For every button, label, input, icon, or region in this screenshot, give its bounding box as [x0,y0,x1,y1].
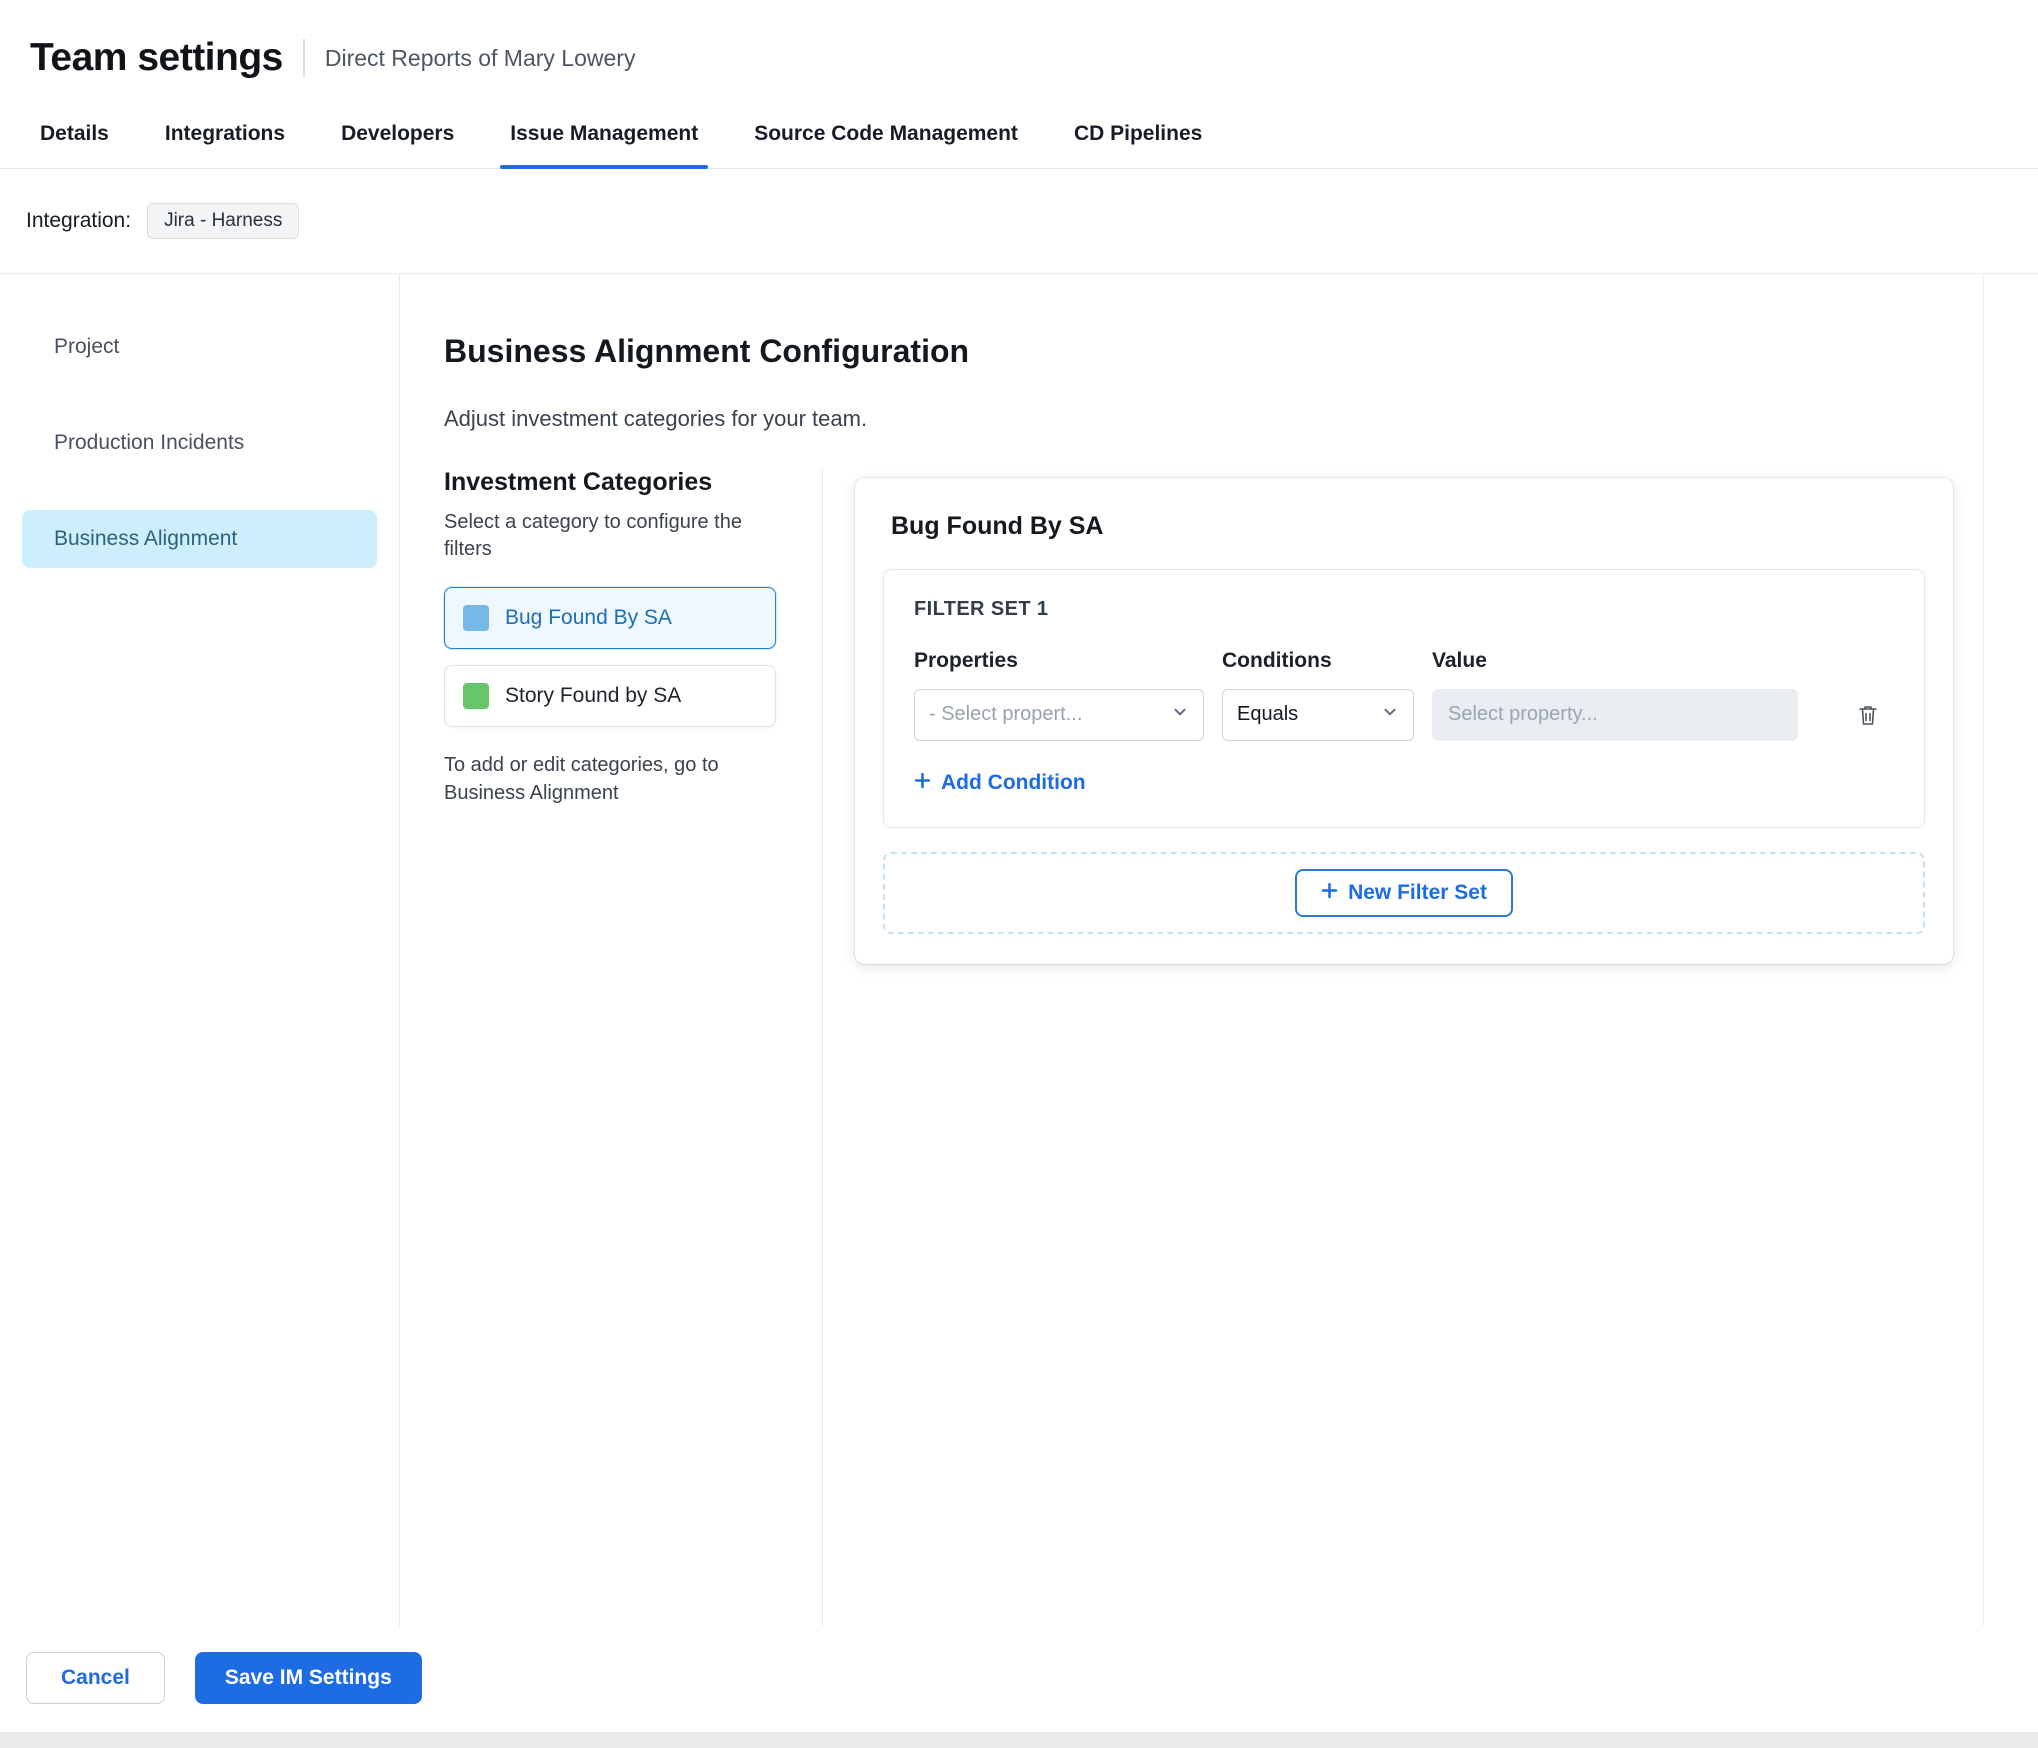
tab-source-code-management[interactable]: Source Code Management [752,108,1020,168]
bottom-action-bar: Cancel Save IM Settings [0,1626,2038,1732]
category-label: Bug Found By SA [505,605,672,629]
tab-cd-pipelines[interactable]: CD Pipelines [1072,108,1204,168]
categories-footnote: To add or edit categories, go to Busines… [444,753,719,804]
category-bug-found-by-sa[interactable]: Bug Found By SA [444,586,776,649]
filter-condition-grid: Properties Conditions Value - Select pro… [914,649,1894,741]
page-title: Team settings [30,36,283,79]
team-settings-page: Team settings Direct Reports of Mary Low… [0,0,2038,1748]
conditions-column-header: Conditions [1222,648,1332,672]
window-bottom-strip [0,1732,2038,1748]
sidebar-item-business-alignment[interactable]: Business Alignment [22,510,377,568]
condition-select-value: Equals [1237,703,1299,726]
filter-set-box: FILTER SET 1 Properties Conditions Value… [883,568,1925,828]
category-label: Story Found by SA [505,683,682,707]
investment-categories-panel: Investment Categories Select a category … [444,468,822,1626]
category-color-swatch-green [463,682,489,709]
section-subtitle: Adjust investment categories for your te… [444,405,868,431]
tab-details[interactable]: Details [38,108,111,168]
add-condition-label: Add Condition [941,770,1086,794]
plus-icon [1321,881,1338,905]
trash-icon [1856,706,1880,731]
category-config-panel: Bug Found By SA FILTER SET 1 Properties … [822,467,1983,1626]
main-panel: Business Alignment Configuration Adjust … [400,274,1984,1626]
cancel-button[interactable]: Cancel [26,1652,165,1704]
tab-developers[interactable]: Developers [339,108,456,168]
settings-sidebar: Project Production Incidents Business Al… [0,274,400,1626]
section-title: Business Alignment Configuration [444,333,970,370]
category-config-card: Bug Found By SA FILTER SET 1 Properties … [855,477,1953,964]
investment-categories-instruction: Select a category to configure the filte… [444,510,742,560]
properties-column-header: Properties [914,648,1018,672]
category-story-found-by-sa[interactable]: Story Found by SA [444,664,776,727]
save-im-settings-button[interactable]: Save IM Settings [194,1652,422,1704]
integration-label: Integration: [26,209,132,232]
value-column-header: Value [1432,648,1487,672]
chevron-down-icon [1171,703,1189,727]
integration-chip: Jira - Harness [147,203,300,239]
tab-integrations[interactable]: Integrations [163,108,287,168]
value-input[interactable] [1432,688,1798,741]
integration-row: Integration: Jira - Harness [0,169,2038,273]
tab-issue-management[interactable]: Issue Management [500,108,709,169]
add-condition-button[interactable]: Add Condition [914,771,1086,795]
page-header: Team settings Direct Reports of Mary Low… [0,0,2038,108]
sidebar-item-project[interactable]: Project [22,318,377,376]
title-divider [302,39,305,77]
property-select[interactable]: - Select propert... [914,688,1204,741]
new-filter-set-label: New Filter Set [1348,880,1487,904]
config-card-title: Bug Found By SA [891,511,1104,540]
new-filter-set-dropzone: New Filter Set [883,851,1925,934]
condition-select[interactable]: Equals [1222,688,1414,741]
tab-bar: Details Integrations Developers Issue Ma… [0,108,2038,169]
property-select-value: - Select propert... [929,703,1083,726]
content-area: Project Production Incidents Business Al… [0,273,2038,1626]
filter-set-title: FILTER SET 1 [914,597,1049,620]
investment-categories-heading: Investment Categories [444,467,713,496]
category-color-swatch-blue [463,604,489,631]
sidebar-item-production-incidents[interactable]: Production Incidents [22,414,377,472]
plus-icon [914,771,931,795]
new-filter-set-button[interactable]: New Filter Set [1295,868,1513,917]
main-body: Investment Categories Select a category … [444,467,1983,1626]
chevron-down-icon [1381,703,1399,727]
delete-condition-button[interactable] [1852,698,1884,732]
page-subtitle: Direct Reports of Mary Lowery [324,44,636,71]
scrollbar-gutter [1984,274,2038,1626]
